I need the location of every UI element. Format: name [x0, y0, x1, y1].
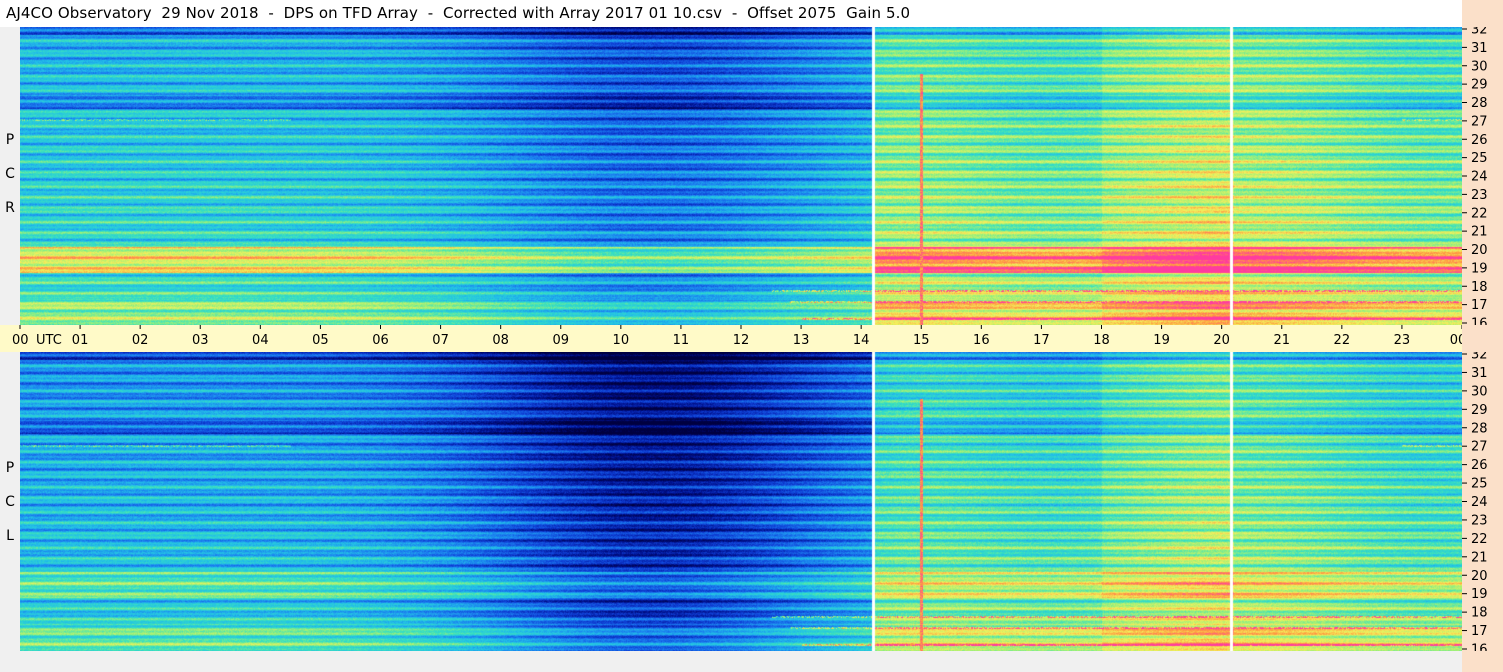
time-tick-label: 12	[733, 333, 750, 348]
frequency-tick-label: 27	[1471, 114, 1488, 129]
frequency-tick-label: 18	[1471, 280, 1488, 295]
time-tick-label: 17	[1033, 333, 1050, 348]
frequency-tick-label: 24	[1471, 170, 1488, 185]
panel-label-top-letter-1: R	[5, 200, 15, 216]
frequency-tick-label: 23	[1471, 513, 1488, 528]
time-tick-label: 23	[1394, 333, 1411, 348]
time-axis-svg: 00 01 02 03 04 05 06 07 08 09 10 11 12 13 14 15 16 17 18 19…	[12, 325, 1462, 348]
time-tick-label: 14	[853, 333, 870, 348]
frequency-tick-label: 30	[1471, 59, 1488, 74]
frequency-tick-label: 20	[1471, 243, 1488, 258]
panel-label-bottom-letter-2: C	[5, 494, 15, 510]
time-tick-label: 21	[1273, 333, 1290, 348]
frequency-tick-label: 23	[1471, 188, 1488, 203]
frequency-tick-label: 19	[1471, 587, 1488, 602]
spectrogram-rcp-panel	[20, 27, 1462, 325]
frequency-tick-label: 17	[1471, 298, 1488, 313]
frequency-tick-label: 22	[1471, 532, 1488, 547]
panel-label-top-letter-3: P	[5, 132, 15, 148]
time-tick-label: 15	[913, 333, 930, 348]
frequency-tick-label: 29	[1471, 403, 1488, 418]
time-tick-label: 04	[252, 333, 269, 348]
time-tick-label: 05	[312, 333, 329, 348]
frequency-tick-label: 29	[1471, 78, 1488, 93]
time-tick-label: 11	[673, 333, 690, 348]
frequency-tick-label: 24	[1471, 495, 1488, 510]
time-tick-label: 01	[72, 333, 89, 348]
frequency-tick-label: 19	[1471, 261, 1488, 276]
frequency-tick-label: 20	[1471, 569, 1488, 584]
frequency-tick-label: 16	[1471, 643, 1488, 652]
frequency-tick-label: 21	[1471, 225, 1488, 240]
time-tick-label: 19	[1153, 333, 1170, 348]
time-tick-label: 00	[1450, 333, 1462, 348]
spectrogram-lcp-panel	[20, 352, 1462, 651]
frequency-tick-label: 26	[1471, 133, 1488, 148]
frequency-tick-label: 26	[1471, 458, 1488, 473]
frequency-tick-label: 31	[1471, 41, 1488, 56]
time-tick-label: 02	[132, 333, 149, 348]
time-tick-label: 03	[192, 333, 209, 348]
panel-label-bottom-letter-3: P	[5, 460, 15, 476]
time-tick-label: 20	[1213, 333, 1230, 348]
time-tick-label: 08	[492, 333, 509, 348]
frequency-tick-label: 22	[1471, 206, 1488, 221]
time-tick-label: 22	[1334, 333, 1351, 348]
frequency-tick-label: 31	[1471, 366, 1488, 381]
time-tick-label: 06	[372, 333, 389, 348]
time-tick-label: 10	[613, 333, 630, 348]
frequency-tick-label: 30	[1471, 384, 1488, 399]
time-axis: 00 01 02 03 04 05 06 07 08 09 10 11 12 13 14 15 16 17 18 19…	[0, 325, 1462, 352]
time-tick-label: 16	[973, 333, 990, 348]
frequency-tick-label: 28	[1471, 421, 1488, 436]
frequency-tick-label: 32	[1471, 27, 1488, 38]
frequency-tick-label: 25	[1471, 477, 1488, 492]
frequency-tick-label: 32	[1471, 352, 1488, 363]
spectrogram-window: AJ4CO Observatory 29 Nov 2018 - DPS on T…	[0, 0, 1503, 672]
time-tick-label: 00	[12, 333, 29, 348]
time-tick-label: 07	[432, 333, 449, 348]
panel-label-bottom-letter-1: L	[6, 528, 14, 544]
chart-title: AJ4CO Observatory 29 Nov 2018 - DPS on T…	[6, 4, 911, 22]
frequency-tick-label: 28	[1471, 96, 1488, 111]
time-tick-label: 13	[793, 333, 810, 348]
frequency-axis-top: 16 17 18 19 20 21 22 23 24 25 26 27 28 29 30 31 32	[1462, 27, 1503, 325]
title-bar: AJ4CO Observatory 29 Nov 2018 - DPS on T…	[0, 0, 1462, 27]
frequency-axis-bottom: 16 17 18 19 20 21 22 23 24 25 26 27 28 29 30 31 32	[1462, 352, 1503, 651]
frequency-tick-label: 21	[1471, 550, 1488, 565]
panel-label-top-letter-2: C	[5, 166, 15, 182]
frequency-tick-label: 27	[1471, 440, 1488, 455]
frequency-tick-label: 18	[1471, 606, 1488, 621]
frequency-tick-label: 25	[1471, 151, 1488, 166]
time-tick-label: 09	[552, 333, 569, 348]
time-tick-label: 18	[1093, 333, 1110, 348]
frequency-tick-label: 17	[1471, 624, 1488, 639]
time-axis-unit: UTC	[36, 333, 62, 348]
frequency-tick-label: 16	[1471, 317, 1488, 326]
